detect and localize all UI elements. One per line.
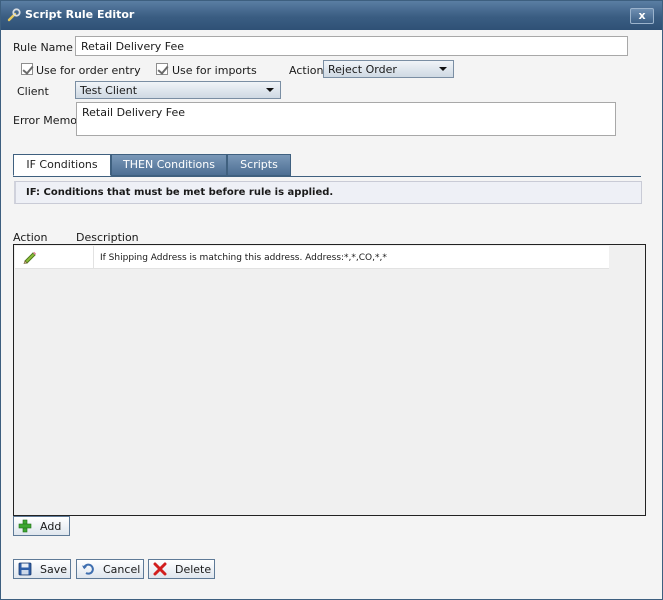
save-button[interactable]: Save [13, 559, 71, 579]
editor-body: Rule Name Retail Delivery Fee Use for or… [2, 30, 662, 598]
tab-if-conditions[interactable]: IF Conditions [13, 154, 111, 176]
client-label: Client [17, 85, 49, 98]
red-x-icon [153, 562, 167, 576]
add-button[interactable]: Add [13, 516, 70, 536]
tab-scripts[interactable]: Scripts [227, 154, 291, 176]
banner-text: IF: Conditions that must be met before r… [26, 187, 334, 198]
wrench-icon [7, 8, 21, 22]
action-select-value: Reject Order [328, 63, 397, 76]
close-icon: x [638, 9, 646, 22]
floppy-disk-icon [18, 562, 32, 576]
rule-name-label: Rule Name [13, 41, 73, 54]
row-description: If Shipping Address is matching this add… [100, 253, 387, 263]
tab-divider [13, 176, 641, 177]
tab-then-conditions[interactable]: THEN Conditions [111, 154, 227, 176]
delete-button-label: Delete [175, 563, 212, 576]
cancel-button[interactable]: Cancel [76, 559, 144, 579]
action-label: Action [289, 64, 324, 77]
chevron-down-icon [266, 88, 274, 92]
title-bar[interactable]: Script Rule Editor x [1, 1, 662, 30]
plus-icon [18, 519, 32, 533]
row-action-cell [15, 246, 94, 269]
close-button[interactable]: x [630, 8, 654, 24]
conditions-grid: If Shipping Address is matching this add… [13, 244, 646, 516]
error-memo-textarea[interactable]: Retail Delivery Fee [76, 102, 616, 136]
undo-icon [81, 562, 95, 576]
delete-button[interactable]: Delete [148, 559, 215, 579]
column-header-action: Action [13, 231, 48, 244]
pencil-icon[interactable] [22, 250, 38, 264]
table-row[interactable]: If Shipping Address is matching this add… [15, 246, 609, 269]
client-select-value: Test Client [80, 84, 138, 97]
save-button-label: Save [40, 563, 68, 576]
use-for-imports-checkbox[interactable] [156, 63, 168, 75]
client-select[interactable]: Test Client [75, 81, 281, 99]
cancel-button-label: Cancel [103, 563, 141, 576]
add-button-label: Add [40, 520, 62, 533]
action-select[interactable]: Reject Order [323, 60, 454, 78]
error-memo-label: Error Memo [13, 114, 78, 127]
if-conditions-banner: IF: Conditions that must be met before r… [14, 181, 642, 204]
rule-name-input[interactable]: Retail Delivery Fee [75, 36, 628, 56]
use-for-imports-label: Use for imports [172, 64, 257, 77]
use-for-order-entry-label: Use for order entry [36, 64, 141, 77]
use-for-order-entry-checkbox[interactable] [21, 63, 33, 75]
window-title: Script Rule Editor [25, 8, 135, 21]
chevron-down-icon [439, 67, 447, 71]
column-header-description: Description [76, 231, 139, 244]
script-rule-editor-window: Script Rule Editor x Rule Name Retail De… [0, 0, 663, 600]
